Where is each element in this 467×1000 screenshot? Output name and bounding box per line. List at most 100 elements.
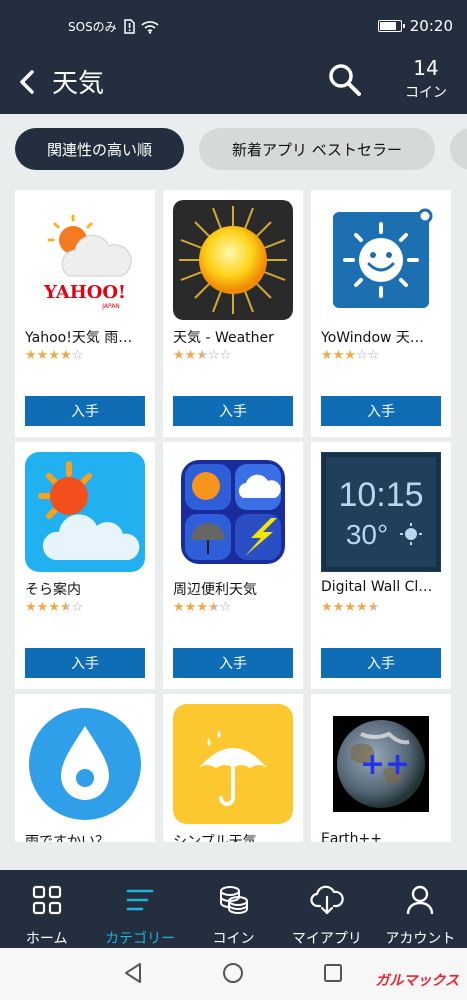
- star-rating: ★★★★☆: [25, 600, 83, 615]
- star-icon: ★: [367, 600, 380, 615]
- star-rating: ★★★☆☆: [321, 348, 379, 363]
- nav-home[interactable]: ホーム: [0, 870, 93, 948]
- nav-coins[interactable]: コイン: [187, 870, 280, 948]
- app-card[interactable]: YAHOO! JAPAN Yahoo!天気 雨… ★★★★☆ 入手: [15, 190, 155, 437]
- star-icon: ★: [332, 600, 345, 615]
- get-button[interactable]: 入手: [25, 396, 145, 426]
- star-icon: ☆: [71, 600, 84, 615]
- status-bar: SOSのみ 20:20: [0, 0, 467, 52]
- get-button[interactable]: 入手: [321, 648, 441, 678]
- sun-icon: [173, 200, 293, 320]
- system-home-button[interactable]: [222, 962, 244, 988]
- star-icon: ★: [184, 348, 197, 363]
- filter-chip-more[interactable]: [450, 128, 467, 170]
- star-icon: ★: [48, 348, 60, 363]
- star-icon: ★: [355, 600, 368, 615]
- svg-text:10:15: 10:15: [338, 476, 423, 514]
- svg-text:YAHOO!: YAHOO!: [43, 282, 126, 303]
- page-title: 天気: [52, 69, 105, 99]
- status-right: 20:20: [377, 17, 453, 35]
- get-button[interactable]: 入手: [25, 648, 145, 678]
- star-icon: ★: [196, 348, 208, 363]
- app-card[interactable]: 天気 - Weather ★★★☆☆ 入手: [163, 190, 303, 437]
- filter-chip-relevance[interactable]: 関連性の高い順: [15, 128, 184, 170]
- star-icon: ★: [59, 600, 72, 615]
- back-button[interactable]: [14, 64, 42, 100]
- nav-category[interactable]: カテゴリー: [93, 870, 186, 948]
- carrier-text: SOSのみ: [68, 20, 117, 34]
- battery-icon: [377, 20, 405, 32]
- star-icon: ★: [332, 348, 345, 363]
- star-rating: ★★★★★: [321, 600, 379, 615]
- app-name: 天気 - Weather: [173, 330, 274, 346]
- search-button[interactable]: [326, 61, 364, 99]
- star-icon: ★: [25, 600, 37, 615]
- weather-quadrant-icon: [173, 452, 293, 572]
- app-name: シンプル天気: [173, 834, 257, 842]
- star-icon: ★: [344, 348, 356, 363]
- app-card[interactable]: そら案内 ★★★★☆ 入手: [15, 442, 155, 689]
- svg-text:30°: 30°: [346, 519, 388, 550]
- svg-text:JAPAN: JAPAN: [101, 303, 120, 310]
- star-icon: ☆: [219, 600, 232, 615]
- nav-label: マイアプリ: [291, 931, 362, 947]
- list-icon: [93, 882, 186, 918]
- app-card[interactable]: ++ Earth++: [311, 694, 451, 842]
- coin-label: コイン: [405, 85, 447, 101]
- star-icon: ★: [36, 348, 49, 363]
- umbrella-icon: [173, 704, 293, 824]
- nav-account[interactable]: アカウント: [374, 870, 467, 948]
- get-button[interactable]: 入手: [173, 396, 293, 426]
- system-back-button[interactable]: [122, 962, 144, 988]
- star-icon: ★: [344, 600, 356, 615]
- app-name: 周辺便利天気: [173, 582, 257, 598]
- star-icon: ★: [25, 348, 37, 363]
- star-icon: ★: [59, 348, 72, 363]
- star-icon: ☆: [355, 348, 368, 363]
- system-recents-button[interactable]: [322, 962, 344, 988]
- get-button[interactable]: 入手: [173, 648, 293, 678]
- person-icon: [374, 882, 467, 918]
- star-icon: ★: [173, 600, 185, 615]
- filter-chip-new-bestseller[interactable]: 新着アプリ ベストセラー: [199, 128, 435, 170]
- coin-balance[interactable]: 14 コイン: [405, 56, 447, 102]
- nav-my-apps[interactable]: マイアプリ: [280, 870, 373, 948]
- app-card[interactable]: YoWindow 天… ★★★☆☆ 入手: [311, 190, 451, 437]
- app-card[interactable]: 10:15 30° Digital Wall Cl… ★★★★★ 入手: [311, 442, 451, 689]
- app-name: YoWindow 天…: [321, 330, 424, 346]
- watermark-logo: ガルマックス: [375, 973, 459, 989]
- app-card[interactable]: 周辺便利天気 ★★★★☆ 入手: [163, 442, 303, 689]
- chevron-left-icon: [20, 70, 34, 94]
- star-icon: ★: [173, 348, 185, 363]
- grid-icon: [0, 882, 93, 918]
- star-icon: ☆: [219, 348, 232, 363]
- app-name: 雨ですかい？: [25, 834, 109, 842]
- star-icon: ★: [207, 600, 220, 615]
- smiling-sun-icon: [321, 200, 441, 320]
- star-rating: ★★★★☆: [25, 348, 83, 363]
- app-card[interactable]: 雨ですかい？: [15, 694, 155, 842]
- app-bar: 天気 14 コイン: [0, 52, 467, 114]
- square-recents-icon: [324, 964, 342, 982]
- sim-alert-icon: [123, 19, 135, 34]
- earth-icon: ++: [321, 704, 441, 824]
- water-drop-icon: [25, 704, 145, 824]
- yahoo-weather-icon: YAHOO! JAPAN: [25, 200, 145, 320]
- app-card[interactable]: シンプル天気: [163, 694, 303, 842]
- app-grid: YAHOO! JAPAN Yahoo!天気 雨… ★★★★☆ 入手 天気 - W…: [15, 190, 452, 842]
- circle-home-icon: [223, 963, 243, 983]
- get-button[interactable]: 入手: [321, 396, 441, 426]
- triangle-back-icon: [125, 963, 141, 983]
- nav-label: カテゴリー: [105, 931, 176, 947]
- star-icon: ☆: [71, 348, 84, 363]
- wifi-icon: [141, 20, 159, 34]
- clock-time: 20:20: [409, 17, 453, 35]
- nav-label: コイン: [212, 931, 255, 947]
- app-name: そら案内: [25, 582, 81, 598]
- svg-text:++: ++: [360, 747, 410, 782]
- nav-label: ホーム: [25, 931, 68, 947]
- star-icon: ☆: [207, 348, 220, 363]
- status-left: SOSのみ: [68, 18, 159, 35]
- star-icon: ☆: [367, 348, 380, 363]
- star-icon: ★: [196, 600, 208, 615]
